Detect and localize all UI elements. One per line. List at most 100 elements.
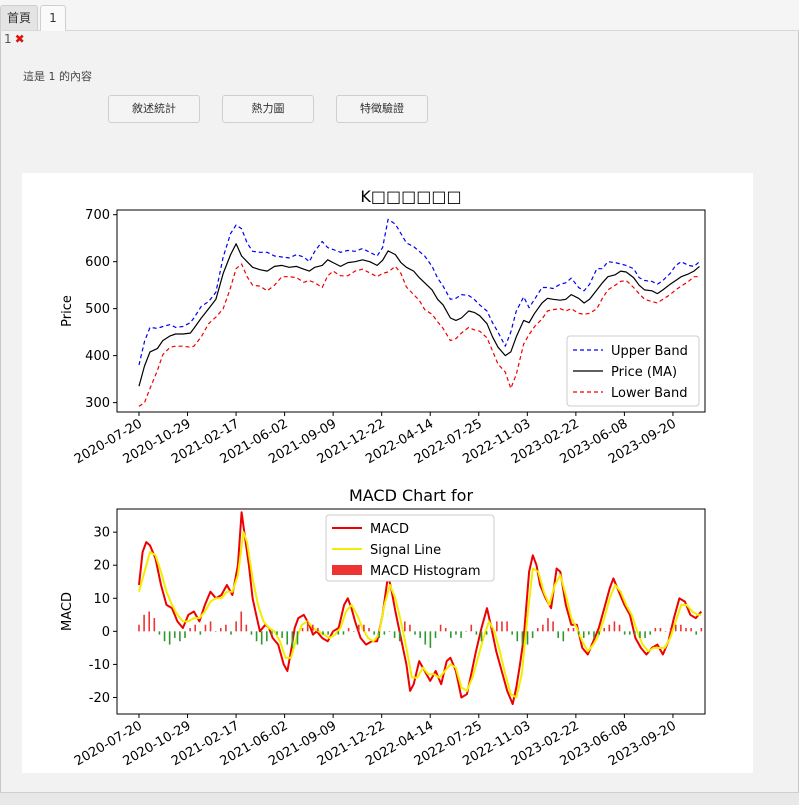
histogram-bar bbox=[490, 628, 493, 632]
histogram-bar bbox=[347, 628, 350, 632]
histogram-bar bbox=[281, 631, 283, 638]
histogram-bar bbox=[260, 631, 263, 645]
histogram-bar bbox=[669, 628, 672, 632]
y-axis-label: MACD bbox=[60, 592, 75, 631]
histogram-bar bbox=[363, 624, 365, 632]
histogram-bar bbox=[317, 628, 319, 632]
histogram-bar bbox=[572, 628, 575, 632]
histogram-bar bbox=[378, 631, 381, 638]
histogram-bar bbox=[373, 631, 375, 635]
histogram-bar bbox=[496, 621, 498, 632]
histogram-bar bbox=[588, 631, 590, 635]
y-tick-label: 400 bbox=[85, 349, 110, 364]
panel-label: 1 bbox=[4, 32, 12, 46]
histogram-bar bbox=[143, 614, 145, 632]
histogram-bar bbox=[179, 631, 181, 642]
feature-validation-button[interactable]: 特徵驗證 bbox=[336, 95, 428, 123]
histogram-bar bbox=[654, 628, 657, 632]
legend-label: Price (MA) bbox=[611, 365, 677, 380]
histogram-bar bbox=[557, 631, 559, 638]
histogram-bar bbox=[250, 631, 253, 635]
horizontal-scrollbar[interactable] bbox=[0, 792, 799, 805]
histogram-bar bbox=[685, 628, 687, 632]
histogram-bar bbox=[271, 631, 273, 635]
descriptive-stats-button[interactable]: 敘述統計 bbox=[108, 95, 200, 123]
histogram-bar bbox=[659, 628, 662, 632]
histogram-bar bbox=[368, 628, 370, 632]
histogram-bar bbox=[240, 611, 243, 632]
histogram-bar bbox=[230, 631, 232, 635]
chart-title: K□□□□□□ bbox=[360, 187, 461, 206]
histogram-bar bbox=[439, 624, 442, 632]
histogram-bar bbox=[485, 631, 488, 635]
histogram-bar bbox=[680, 624, 682, 632]
histogram-bar bbox=[173, 631, 176, 638]
histogram-bar bbox=[444, 628, 447, 632]
heatmap-button[interactable]: 熱力圖 bbox=[222, 95, 314, 123]
histogram-bar bbox=[465, 631, 467, 632]
content-text: 這是 1 的內容 bbox=[23, 70, 92, 83]
chart-canvas: K□□□□□□ Price 300 400 500 600 700 2020-07-20 202… bbox=[22, 173, 753, 773]
histogram-bar bbox=[577, 631, 580, 635]
histogram-bar bbox=[383, 631, 386, 635]
histogram-bar bbox=[450, 631, 452, 638]
histogram-bar bbox=[342, 631, 345, 635]
y-tick-label: 600 bbox=[85, 255, 110, 270]
histogram-bar bbox=[664, 631, 667, 632]
histogram-bar bbox=[235, 621, 237, 632]
histogram-bar bbox=[634, 631, 636, 635]
y-tick-label: -10 bbox=[89, 658, 110, 673]
histogram-bar bbox=[158, 631, 161, 635]
histogram-bar bbox=[603, 628, 606, 632]
histogram-bar bbox=[219, 628, 222, 632]
histogram-bar bbox=[184, 631, 186, 638]
histogram-bar bbox=[613, 621, 616, 632]
histogram-bar bbox=[501, 621, 503, 632]
tab-home[interactable]: 首頁 bbox=[0, 5, 38, 30]
histogram-bar bbox=[327, 631, 329, 635]
histogram-bar bbox=[674, 624, 677, 632]
histogram-bar bbox=[312, 624, 314, 632]
histogram-bar bbox=[168, 631, 171, 645]
histogram-bar bbox=[332, 631, 335, 632]
legend-label: Upper Band bbox=[611, 344, 688, 359]
histogram-bar bbox=[352, 631, 355, 632]
histogram-bar bbox=[194, 624, 197, 632]
legend-label: MACD Histogram bbox=[370, 564, 481, 579]
histogram-bar bbox=[582, 631, 585, 638]
histogram-bar bbox=[358, 624, 360, 632]
histogram-bar bbox=[225, 624, 227, 632]
y-axis-label: Price bbox=[60, 295, 75, 327]
histogram-bar bbox=[480, 631, 483, 642]
tab-1[interactable]: 1 bbox=[40, 5, 66, 31]
histogram-bar bbox=[276, 631, 278, 635]
histogram-bar bbox=[644, 631, 646, 638]
histogram-bar bbox=[649, 631, 652, 635]
histogram-bar bbox=[393, 631, 396, 638]
histogram-bar bbox=[506, 621, 508, 632]
legend-swatch bbox=[332, 565, 362, 575]
y-tick-label: 0 bbox=[102, 625, 110, 640]
histogram-bar bbox=[286, 631, 289, 645]
y-tick-label: 700 bbox=[85, 208, 110, 223]
histogram-bar bbox=[531, 631, 534, 638]
y-tick-label: 500 bbox=[85, 302, 110, 317]
histogram-bar bbox=[322, 631, 324, 635]
histogram-bar bbox=[414, 631, 416, 635]
histogram-bar bbox=[388, 631, 391, 632]
histogram-bar bbox=[460, 631, 462, 638]
histogram-bar bbox=[690, 628, 692, 632]
histogram-bar bbox=[255, 631, 258, 642]
histogram-bar bbox=[455, 631, 457, 635]
close-icon[interactable]: ✖ bbox=[15, 32, 25, 46]
histogram-bar bbox=[306, 621, 309, 632]
histogram-bar bbox=[700, 628, 703, 632]
histogram-bar bbox=[245, 624, 248, 632]
panel-header: 1 ✖ bbox=[4, 32, 25, 46]
histogram-bar bbox=[623, 631, 626, 635]
histogram-bar bbox=[639, 631, 641, 638]
histogram-bar bbox=[552, 621, 554, 632]
y-tick-label: 10 bbox=[93, 592, 110, 607]
histogram-bar bbox=[209, 621, 212, 632]
histogram-bar bbox=[526, 631, 529, 645]
